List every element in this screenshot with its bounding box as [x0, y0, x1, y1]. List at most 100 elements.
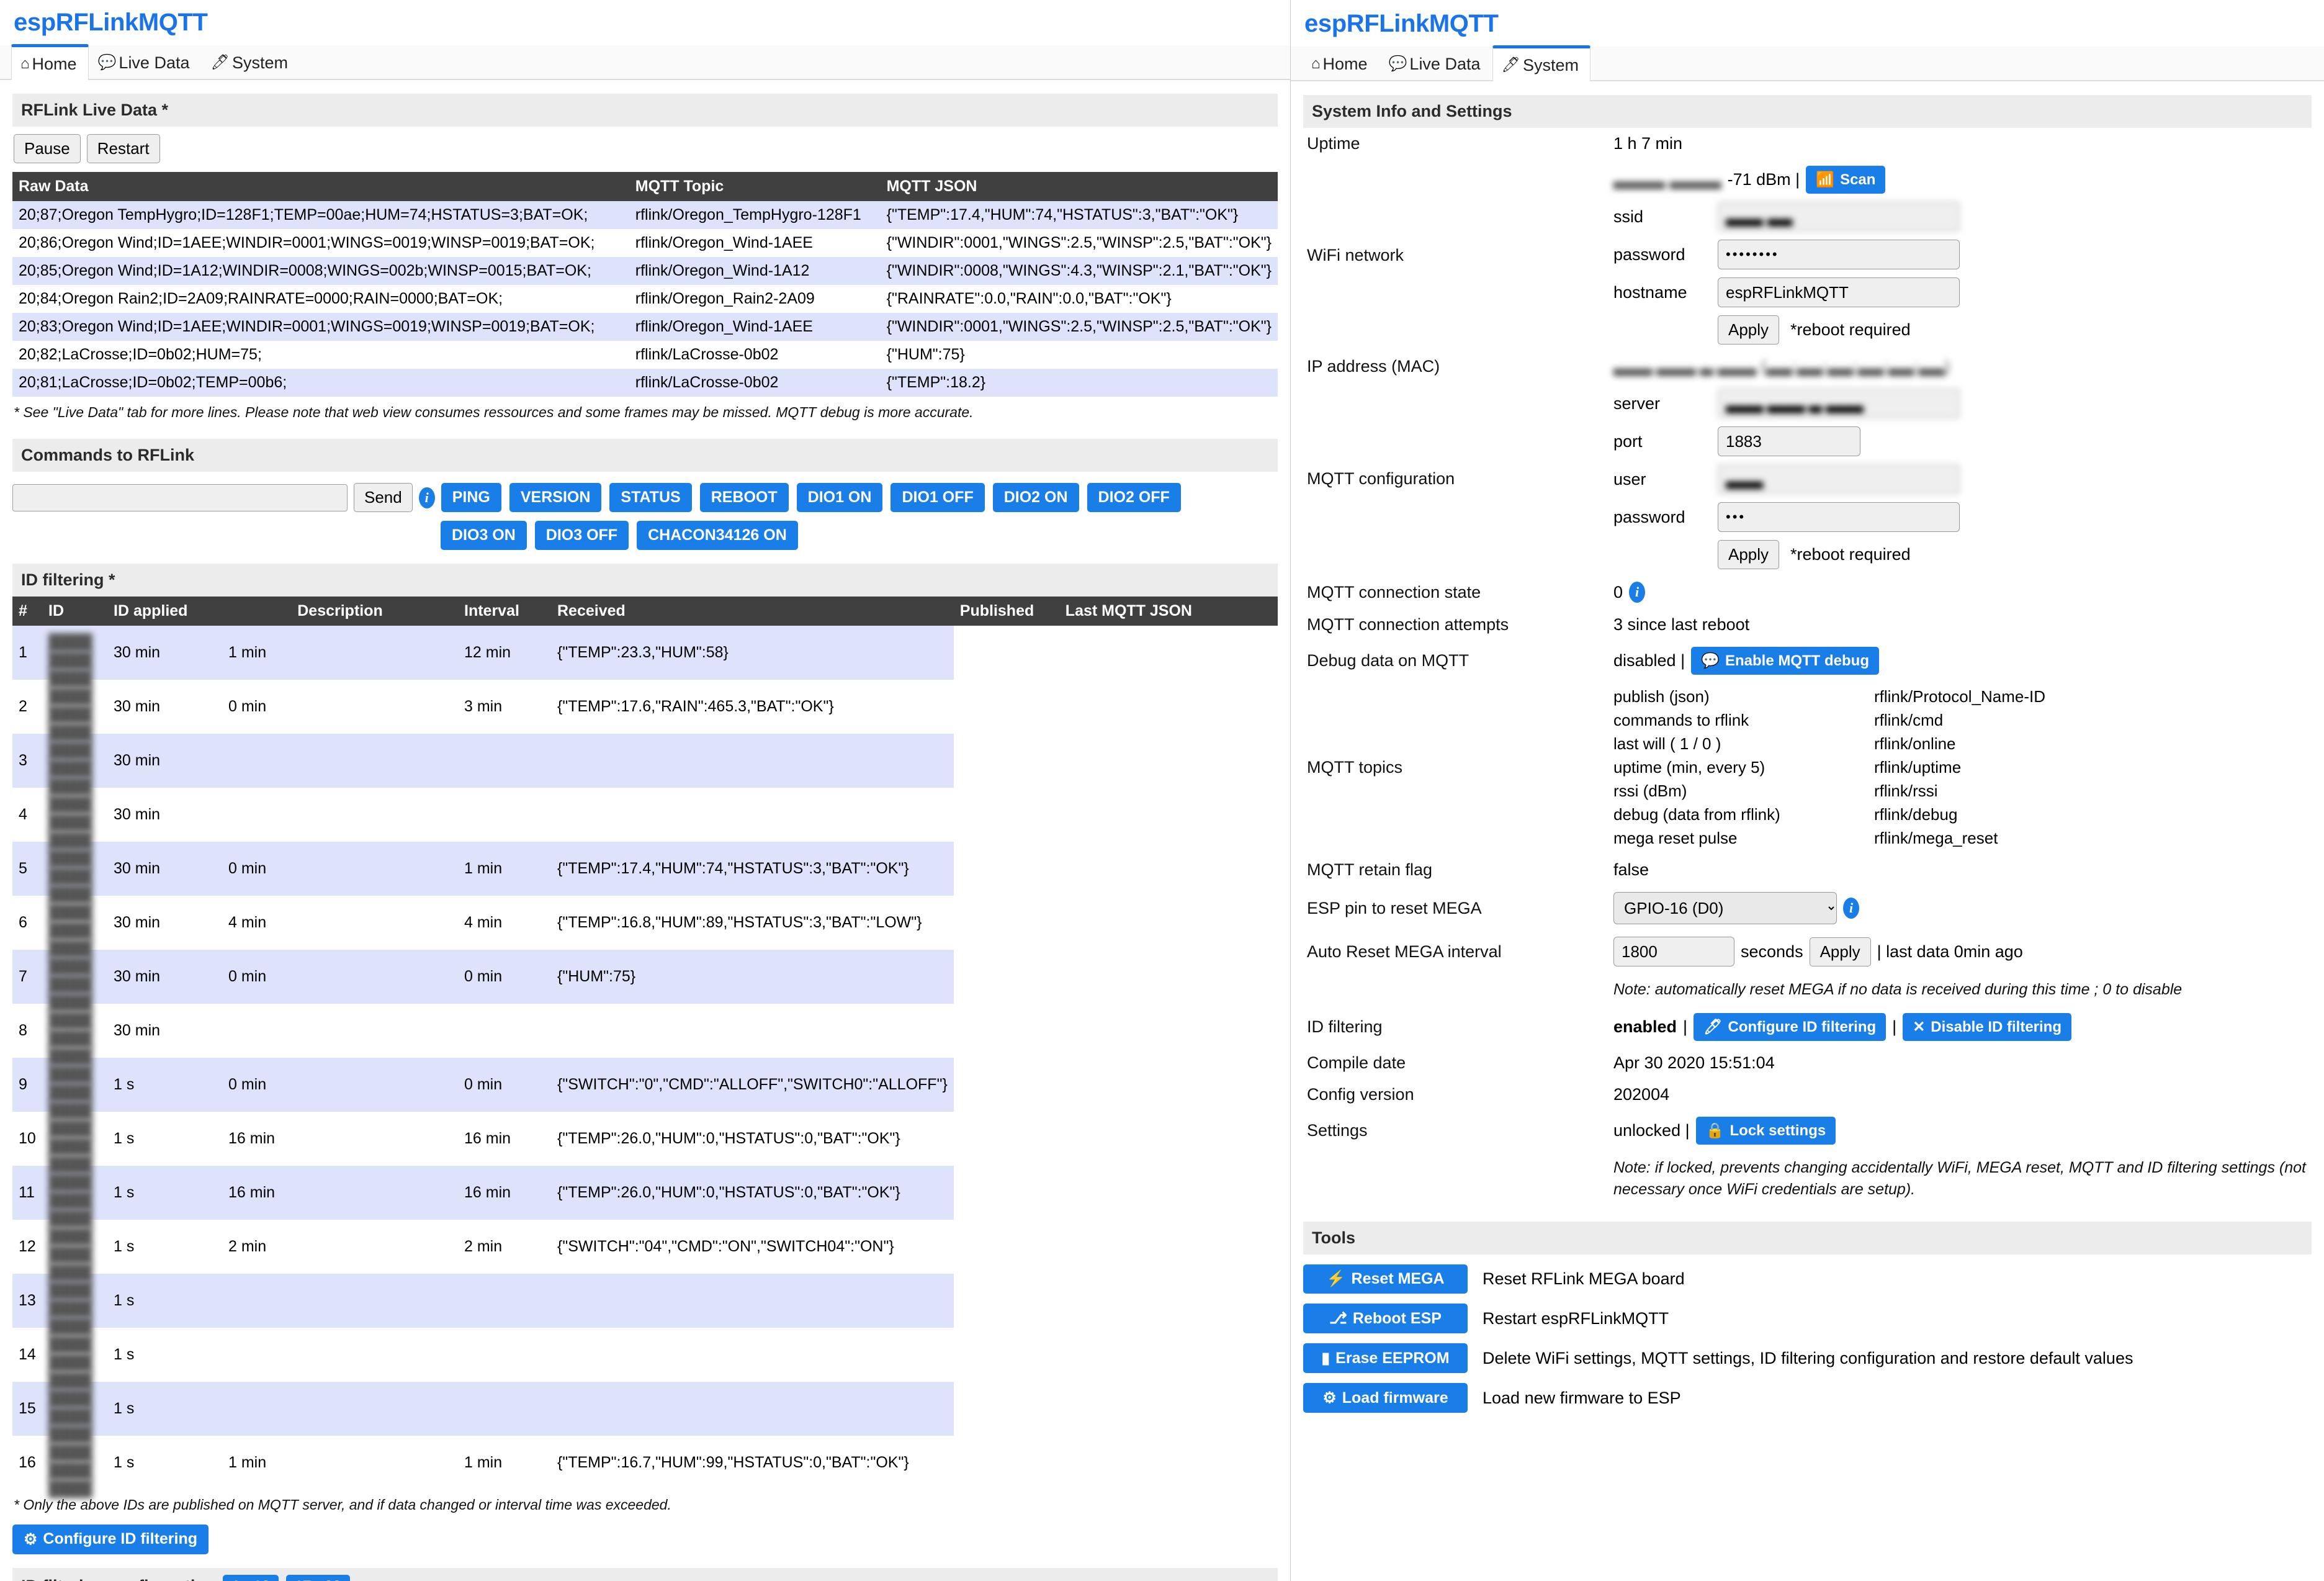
- table-row: 20;87;Oregon TempHygro;ID=128F1;TEMP=00a…: [12, 201, 1278, 229]
- cell-num: 7: [12, 950, 42, 1004]
- cell-id-applied: ████: [42, 809, 99, 822]
- command-button-5[interactable]: DIO1 OFF: [891, 483, 984, 512]
- configure-id-filtering-button[interactable]: ⚙ Configure ID filtering: [12, 1525, 209, 1554]
- id-config-page-button-0[interactable]: 1 - 16: [223, 1575, 278, 1581]
- disable-id-filtering-button[interactable]: ✕ Disable ID filtering: [1903, 1013, 2071, 1041]
- command-button-3[interactable]: REBOOT: [700, 483, 789, 512]
- command-button-4[interactable]: DIO1 ON: [797, 483, 883, 512]
- info-icon[interactable]: i: [1843, 898, 1859, 919]
- tab-livedata-right[interactable]: 💬 Live Data: [1380, 47, 1492, 80]
- cell-id: ████: [42, 1439, 99, 1452]
- info-icon[interactable]: i: [419, 487, 435, 508]
- wifi-label: WiFi network: [1303, 160, 1613, 351]
- command-button-8[interactable]: DIO3 ON: [441, 521, 527, 550]
- cell-raw-data: 20;86;Oregon Wind;ID=1AEE;WINDIR=0001;WI…: [12, 229, 629, 257]
- esp-pin-select[interactable]: GPIO-16 (D0): [1613, 892, 1837, 924]
- wifi-password-input[interactable]: [1718, 240, 1960, 269]
- cell-interval: 1 s: [107, 1274, 222, 1328]
- mqtt-password-input[interactable]: [1718, 502, 1960, 532]
- id-config-page-button-1[interactable]: 17 - 32: [286, 1575, 350, 1581]
- restart-button[interactable]: Restart: [87, 134, 160, 163]
- compile-date-row: Compile date Apr 30 2020 15:51:04: [1303, 1047, 2312, 1079]
- cell-num: 2: [12, 680, 42, 734]
- mqtt-server-input[interactable]: [1718, 389, 1960, 418]
- tools-row-0: ⚡Reset MEGAReset RFLink MEGA board: [1303, 1264, 2312, 1294]
- chat-icon: 💬: [98, 55, 117, 70]
- tab-livedata-left[interactable]: 💬 Live Data: [89, 45, 202, 79]
- settings-note: Note: if locked, prevents changing accid…: [1613, 1157, 2312, 1200]
- config-version-label: Config version: [1303, 1079, 1613, 1110]
- commands-section-title: Commands to RFLink: [12, 439, 1278, 472]
- id-filtering-body: 1████████████30 min1 min12 min{"TEMP":23…: [12, 626, 1278, 1490]
- col-id-applied: ID applied: [107, 597, 222, 626]
- wrench-icon: 🖊: [1502, 58, 1520, 73]
- command-button-1[interactable]: VERSION: [509, 483, 602, 512]
- id-filtering-sep-1: |: [1683, 1017, 1687, 1037]
- command-button-6[interactable]: DIO2 ON: [993, 483, 1079, 512]
- wifi-scan-button[interactable]: 📶 Scan: [1806, 166, 1885, 194]
- tab-home-right[interactable]: ⌂ Home: [1302, 47, 1380, 80]
- retain-value: false: [1613, 854, 2312, 886]
- cell-id-applied: ████: [42, 1133, 99, 1146]
- cell-id: ████: [42, 1169, 99, 1182]
- cell-mqtt-topic: rflink/Oregon_Wind-1A12: [629, 257, 881, 285]
- tab-home-left[interactable]: ⌂ Home: [11, 44, 89, 80]
- tool-button-0[interactable]: ⚡Reset MEGA: [1303, 1264, 1468, 1294]
- wifi-scan-label: Scan: [1840, 171, 1875, 189]
- mqtt-password-row: password: [1613, 502, 1960, 532]
- config-version-row: Config version 202004: [1303, 1079, 2312, 1110]
- command-input[interactable]: [12, 484, 348, 511]
- cell-num: 15: [12, 1382, 42, 1436]
- auto-reset-apply-button[interactable]: Apply: [1810, 937, 1871, 966]
- table-row: 15████████████1 s: [12, 1382, 1278, 1436]
- tab-system-right[interactable]: 🖊 System: [1492, 45, 1591, 81]
- wrench-icon: 🖊: [1703, 1018, 1722, 1036]
- cell-last-json: [551, 1382, 954, 1436]
- cell-received: 4 min: [222, 896, 458, 950]
- table-row: 16████████████1 s1 min1 min{"TEMP":16.7,…: [12, 1436, 1278, 1490]
- send-button[interactable]: Send: [354, 483, 413, 512]
- cell-id-applied: ████: [42, 1079, 99, 1092]
- command-button-7[interactable]: DIO2 OFF: [1087, 483, 1181, 512]
- cell-id: ████: [42, 1115, 99, 1128]
- tool-button-2[interactable]: ▮Erase EEPROM: [1303, 1343, 1468, 1373]
- tool-button-1[interactable]: ⎇Reboot ESP: [1303, 1304, 1468, 1333]
- table-row: 8████████████30 min: [12, 1004, 1278, 1058]
- cell-received: 0 min: [222, 1058, 458, 1112]
- cell-received: 16 min: [222, 1166, 458, 1220]
- ip-row: IP address (MAC) ▃▃▃.▃▃▃.▃.▃▃▃ (▃▃:▃▃:▃▃…: [1303, 351, 2312, 382]
- lock-settings-button[interactable]: 🔒 Lock settings: [1696, 1117, 1836, 1145]
- command-button-2[interactable]: STATUS: [609, 483, 691, 512]
- cell-id-applied: ████: [42, 1403, 99, 1416]
- close-icon: ✕: [1913, 1018, 1925, 1036]
- id-filtering-sep-2: |: [1892, 1017, 1896, 1037]
- wifi-ssid-input[interactable]: [1718, 202, 1960, 232]
- tab-system-left[interactable]: 🖊 System: [202, 45, 300, 79]
- info-icon[interactable]: i: [1629, 582, 1645, 603]
- cell-mqtt-topic: rflink/LaCrosse-0b02: [629, 369, 881, 397]
- mqtt-user-input[interactable]: [1718, 464, 1960, 494]
- mqtt-port-input[interactable]: [1718, 426, 1860, 456]
- table-row: 20;83;Oregon Wind;ID=1AEE;WINDIR=0001;WI…: [12, 313, 1278, 341]
- wifi-signal-row: ▃▃▃▃ ▃▃▃▃ -71 dBm | 📶 Scan: [1613, 166, 1960, 194]
- enable-mqtt-debug-button[interactable]: 💬 Enable MQTT debug: [1691, 647, 1879, 675]
- pause-button[interactable]: Pause: [14, 134, 81, 163]
- command-button-9[interactable]: DIO3 OFF: [535, 521, 629, 550]
- esp-pin-row: ESP pin to reset MEGA GPIO-16 (D0) i: [1303, 886, 2312, 930]
- configure-id-filtering-button-right[interactable]: 🖊 Configure ID filtering: [1694, 1013, 1886, 1041]
- command-button-0[interactable]: PING: [441, 483, 501, 512]
- esp-pin-label: ESP pin to reset MEGA: [1303, 886, 1613, 930]
- mqtt-apply-button[interactable]: Apply: [1718, 540, 1779, 569]
- table-row: 20;86;Oregon Wind;ID=1AEE;WINDIR=0001;WI…: [12, 229, 1278, 257]
- wifi-hostname-input[interactable]: [1718, 277, 1960, 307]
- tool-button-3[interactable]: ⚙Load firmware: [1303, 1383, 1468, 1413]
- wifi-apply-button[interactable]: Apply: [1718, 315, 1779, 345]
- id-config-title: ID filtering configuration: [21, 1577, 215, 1581]
- debug-value: disabled |: [1613, 651, 1685, 670]
- cell-interval: 1 s: [107, 1220, 222, 1274]
- cell-num: 13: [12, 1274, 42, 1328]
- command-button-10[interactable]: CHACON34126 ON: [637, 521, 798, 550]
- cell-raw-data: 20;87;Oregon TempHygro;ID=128F1;TEMP=00a…: [12, 201, 629, 229]
- auto-reset-input[interactable]: [1613, 937, 1734, 966]
- cell-mqtt-json: {"WINDIR":0001,"WINGS":2.5,"WINSP":2.5,"…: [881, 229, 1278, 257]
